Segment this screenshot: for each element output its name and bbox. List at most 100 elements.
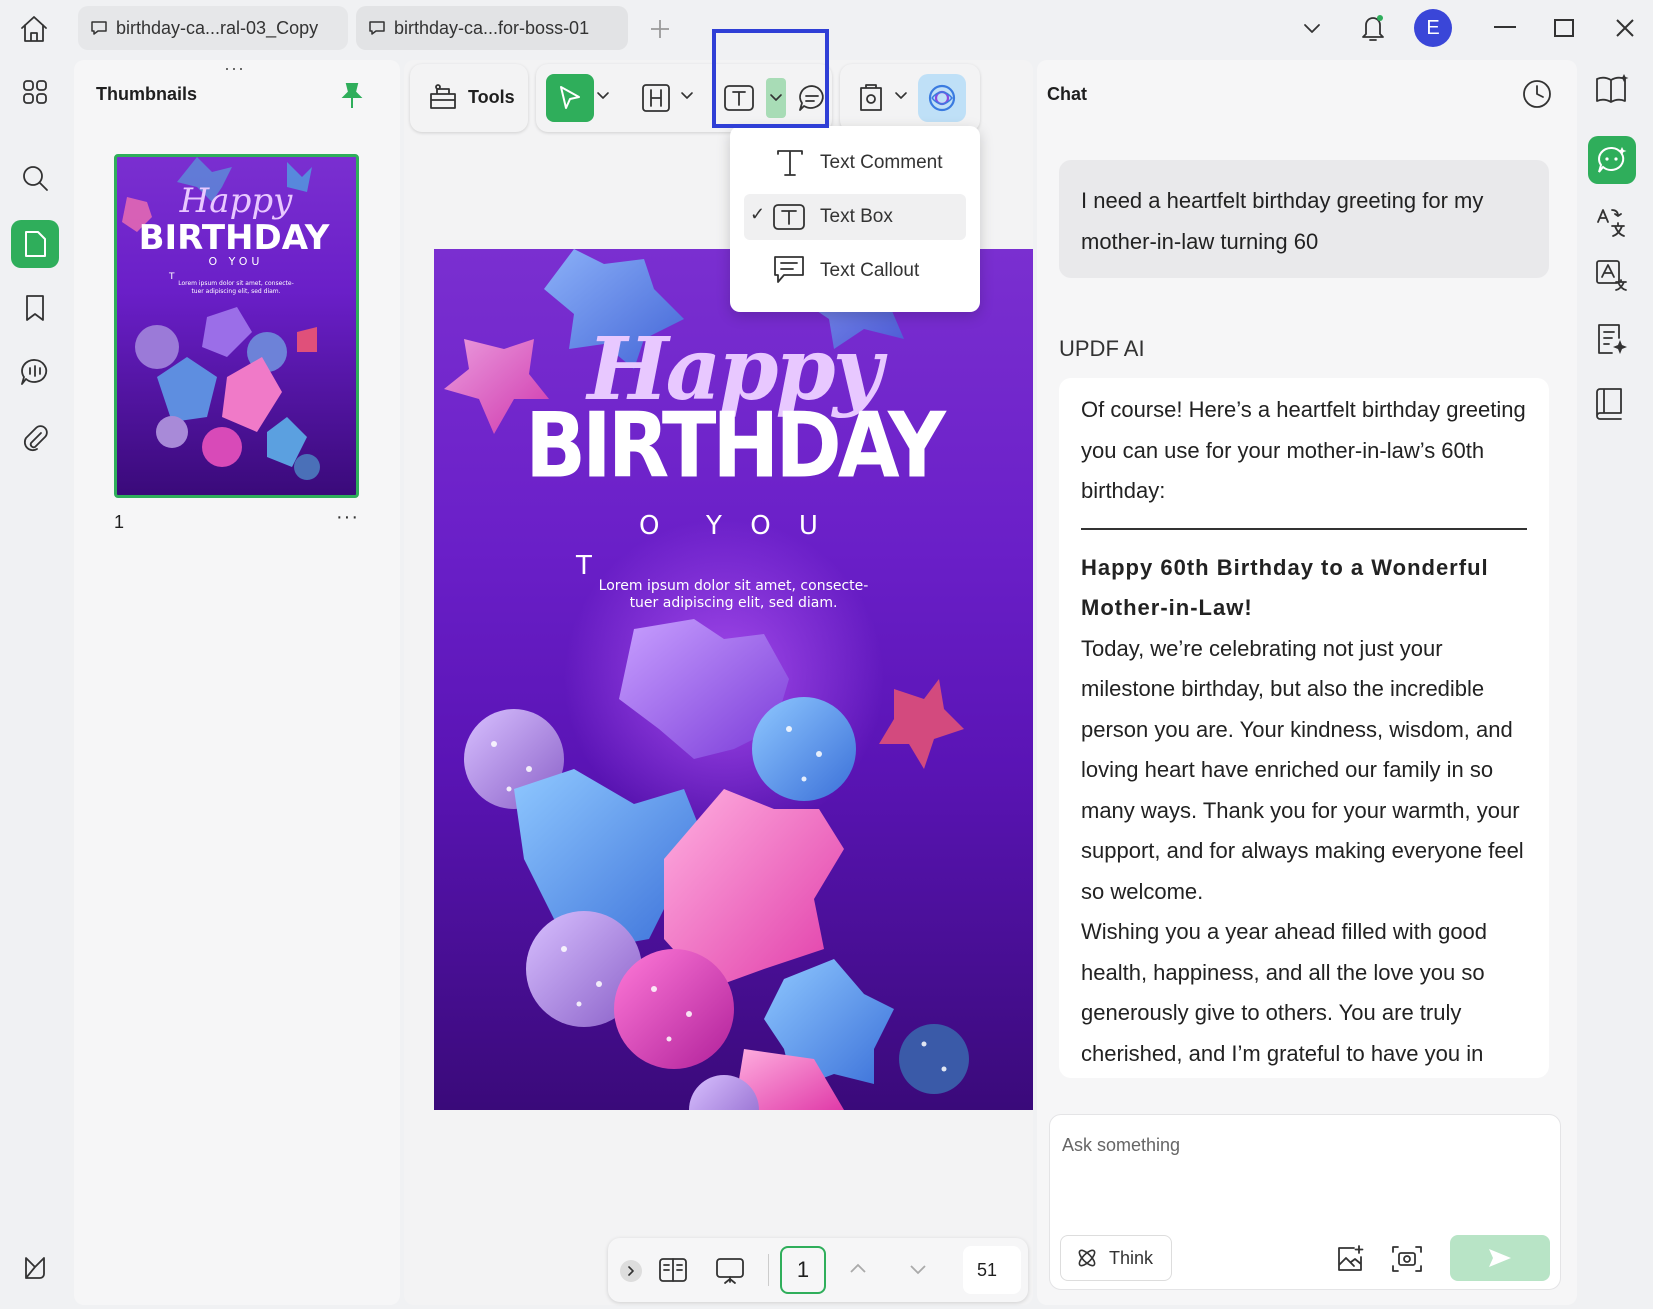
- minimize-button[interactable]: [1494, 26, 1516, 28]
- chevron-down-icon[interactable]: [894, 90, 908, 102]
- send-icon: [1489, 1249, 1511, 1267]
- bookmark-icon[interactable]: [11, 284, 59, 332]
- page-number-input[interactable]: 1: [780, 1246, 826, 1294]
- text-box-icon: [773, 204, 805, 230]
- card-lorem-line-1: Lorem ipsum dolor sit amet, consecte-: [598, 578, 869, 594]
- presentation-icon[interactable]: [714, 1256, 746, 1286]
- toolbox-icon: [430, 84, 456, 109]
- chat-input-box: Ask something Think: [1049, 1114, 1561, 1290]
- card-lorem-line-2: tuer adipiscing elit, sed diam.: [629, 595, 838, 611]
- divider: [768, 1254, 769, 1286]
- text-tool-menu: Text Comment ✓ Text Box Text Callout: [730, 126, 980, 312]
- tab-birthday-copy[interactable]: birthday-ca...ral-03_Copy: [78, 6, 348, 50]
- ai-assistant-button[interactable]: [918, 74, 966, 122]
- thumbnail-art: Happy BIRTHDAY O YOU T Lorem ipsum dolor…: [122, 157, 330, 480]
- ai-paragraph-2: Wishing you a year ahead filled with goo…: [1081, 919, 1488, 1066]
- right-rail: [1580, 58, 1653, 1309]
- ocr-translate-icon[interactable]: [1594, 258, 1628, 292]
- menu-item-text-box[interactable]: ✓ Text Box: [744, 194, 966, 240]
- avatar[interactable]: E: [1414, 9, 1452, 47]
- response-divider: [1081, 527, 1527, 530]
- tools-label: Tools: [468, 86, 515, 107]
- add-tab-button[interactable]: [648, 17, 672, 41]
- chat-input[interactable]: Ask something: [1062, 1135, 1180, 1156]
- panel-drag-handle[interactable]: ···: [224, 58, 245, 79]
- panel-title: Thumbnails: [96, 84, 198, 104]
- ai-paragraph-1: Today, we’re celebrating not just your m…: [1081, 635, 1524, 904]
- text-callout-icon: [774, 256, 804, 283]
- tab-label: birthday-ca...ral-03_Copy: [116, 17, 319, 38]
- user-message: I need a heartfelt birthday greeting for…: [1059, 160, 1549, 278]
- search-icon[interactable]: [11, 154, 59, 202]
- tools-button[interactable]: Tools: [428, 82, 515, 112]
- attachment-icon[interactable]: [11, 414, 59, 462]
- reader-mode-icon[interactable]: [1594, 72, 1630, 106]
- card-text-cursor-marker: T: [576, 551, 592, 581]
- chat-title: Chat: [1047, 84, 1087, 104]
- page-thumbnails-icon[interactable]: [11, 220, 59, 268]
- page-navigation-bar: 1 51: [608, 1238, 1028, 1302]
- think-button[interactable]: Think: [1060, 1235, 1172, 1281]
- svg-text:T: T: [168, 272, 175, 282]
- history-icon[interactable]: [1521, 78, 1553, 110]
- tab-label: birthday-ca...for-boss-01: [394, 17, 590, 38]
- grid-view-icon[interactable]: [11, 68, 59, 116]
- home-icon[interactable]: [18, 14, 50, 44]
- screenshot-icon[interactable]: [1390, 1243, 1424, 1275]
- card-birthday-text: BIRTHDAY: [525, 393, 946, 498]
- translate-icon[interactable]: [1594, 206, 1628, 240]
- book-icon[interactable]: [1594, 386, 1626, 420]
- notification-bell-icon[interactable]: [1358, 12, 1388, 44]
- page-layout-icon[interactable]: [658, 1256, 688, 1284]
- expand-bar-button[interactable]: [620, 1260, 642, 1282]
- highlight-annotation-box: [712, 29, 829, 128]
- svg-text:Lorem ipsum dolor sit amet, co: Lorem ipsum dolor sit amet, consecte-: [178, 280, 294, 287]
- text-comment-icon: [777, 150, 803, 176]
- pdf-page[interactable]: Happy BIRTHDAY O Y O U T Lorem ipsum dol…: [434, 249, 1033, 1110]
- extra-tools-group: [840, 64, 980, 132]
- select-tool-button[interactable]: [546, 74, 594, 122]
- chevron-down-icon[interactable]: [1300, 18, 1324, 40]
- chat-panel: Chat I need a heartfelt birthday greetin…: [1037, 60, 1577, 1305]
- comment-icon: [91, 21, 107, 35]
- menu-item-text-comment[interactable]: Text Comment: [744, 140, 966, 186]
- maximize-button[interactable]: [1554, 19, 1574, 37]
- left-rail: [0, 58, 70, 1309]
- ai-sender-label: UPDF AI: [1059, 336, 1145, 361]
- think-label: Think: [1109, 1247, 1154, 1268]
- svg-text:Happy: Happy: [179, 181, 293, 221]
- thumbnails-panel: ··· Thumbnails Happy BIRTHDAY O YOU T Lo…: [74, 58, 400, 1305]
- image-upload-icon[interactable]: [1334, 1243, 1366, 1275]
- thumbnail-more-button[interactable]: ···: [336, 506, 359, 529]
- svg-text:BIRTHDAY: BIRTHDAY: [139, 218, 330, 258]
- chevron-down-icon[interactable]: [680, 90, 694, 102]
- ai-heading: Happy 60th Birthday to a Wonderful Mothe…: [1081, 554, 1489, 621]
- svg-text:O YOU: O YOU: [209, 255, 264, 268]
- ai-summary-icon[interactable]: [1594, 322, 1628, 356]
- chevron-down-icon[interactable]: [596, 90, 610, 102]
- tools-group: Tools: [410, 64, 528, 132]
- close-window-button[interactable]: [1614, 17, 1636, 39]
- page-thumbnail[interactable]: Happy BIRTHDAY O YOU T Lorem ipsum dolor…: [114, 154, 359, 498]
- ai-response: Of course! Here’s a heartfelt birthday g…: [1059, 378, 1549, 1078]
- chevron-right-icon: [628, 1266, 634, 1276]
- tab-birthday-for-boss[interactable]: birthday-ca...for-boss-01: [356, 6, 628, 50]
- pin-icon[interactable]: [340, 82, 364, 110]
- stamp-tool-icon[interactable]: [856, 82, 886, 114]
- menu-item-text-callout[interactable]: Text Callout: [744, 248, 966, 294]
- comments-icon[interactable]: [11, 348, 59, 396]
- menu-item-label: Text Comment: [820, 152, 943, 173]
- menu-item-label: Text Callout: [820, 260, 920, 281]
- theme-icon[interactable]: [11, 1244, 59, 1292]
- highlight-tool-icon[interactable]: [640, 82, 672, 114]
- send-button[interactable]: [1450, 1235, 1550, 1281]
- previous-page-button[interactable]: [848, 1260, 868, 1276]
- card-to-you-text: O Y O U: [639, 511, 828, 541]
- svg-text:tuer adipiscing elit, sed diam: tuer adipiscing elit, sed diam.: [191, 288, 280, 295]
- ai-intro-text: Of course! Here’s a heartfelt birthday g…: [1081, 397, 1526, 503]
- next-page-button[interactable]: [908, 1262, 928, 1278]
- ai-chat-button[interactable]: [1588, 136, 1636, 184]
- zoom-level[interactable]: 51: [963, 1246, 1021, 1294]
- thumbnail-page-number: 1: [114, 512, 125, 532]
- comment-icon: [369, 21, 385, 35]
